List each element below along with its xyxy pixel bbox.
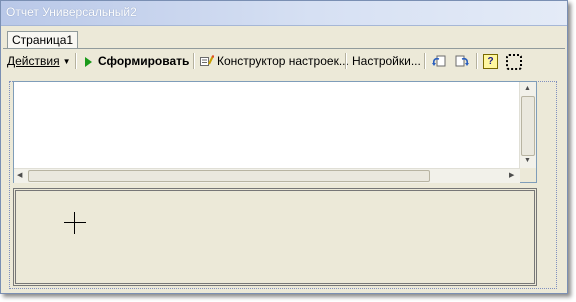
actions-menu-button[interactable]: Действия ▼ (7, 52, 71, 70)
crosshair-icon (74, 212, 75, 234)
report-settings-field[interactable]: ▲ ▼ ◀ ▶ (13, 81, 537, 183)
toolbar-separator (424, 53, 426, 69)
toolbar-separator (345, 53, 347, 69)
save-settings-icon[interactable] (454, 54, 470, 69)
command-bar: Действия ▼ Сформировать Конструктор настр… (3, 49, 565, 73)
window-title: Отчет Универсальный2 (6, 5, 137, 19)
scroll-up-icon[interactable]: ▲ (524, 85, 531, 93)
scrollbar-corner (520, 168, 536, 182)
report-window: Отчет Универсальный2 Страница1 Действия ▼… (0, 0, 568, 294)
scroll-down-icon[interactable]: ▼ (524, 157, 531, 165)
settings-constructor-button[interactable]: Конструктор настроек... (217, 52, 349, 70)
settings-button[interactable]: Настройки... (352, 52, 421, 70)
toolbar-separator (75, 53, 77, 69)
scroll-right-icon[interactable]: ▶ (509, 172, 514, 180)
horizontal-scroll-thumb[interactable] (28, 170, 430, 182)
actions-menu-label: Действия (7, 54, 60, 68)
settings-constructor-icon (200, 55, 214, 66)
crosshair-icon (64, 222, 86, 223)
vertical-scroll-thumb[interactable] (521, 96, 535, 156)
title-bar[interactable]: Отчет Универсальный2 (1, 1, 567, 26)
result-spreadsheet-field[interactable] (13, 188, 537, 286)
select-area-icon[interactable] (506, 54, 522, 70)
toolbar-separator (476, 53, 478, 69)
scroll-left-icon[interactable]: ◀ (17, 172, 22, 180)
tab-page1[interactable]: Страница1 (7, 31, 79, 49)
toolbar-separator (193, 53, 195, 69)
horizontal-scrollbar[interactable]: ◀ ▶ (14, 168, 520, 183)
restore-settings-icon[interactable] (431, 54, 447, 69)
vertical-scrollbar[interactable]: ▲ ▼ (519, 82, 536, 168)
generate-button[interactable]: Сформировать (98, 52, 189, 70)
dropdown-arrow-icon: ▼ (62, 57, 71, 66)
help-icon[interactable]: ? (483, 54, 498, 69)
play-icon (85, 57, 92, 67)
